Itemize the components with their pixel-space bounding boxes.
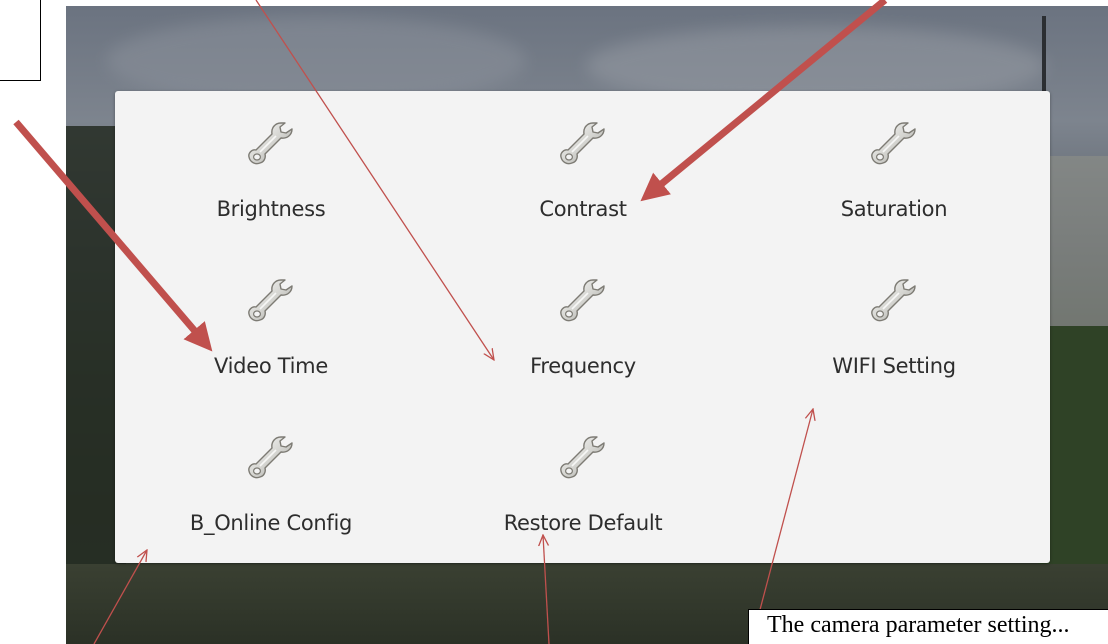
wrench-icon	[246, 276, 296, 326]
b-online-config-item[interactable]: B_Online Config	[115, 405, 427, 561]
video-time-label: Video Time	[214, 354, 328, 378]
brightness-item[interactable]: Brightness	[115, 91, 427, 247]
contrast-item[interactable]: Contrast	[427, 91, 739, 247]
wifi-setting-label: WIFI Setting	[832, 354, 956, 378]
annotation-callout: The camera parameter setting...	[748, 609, 1108, 644]
saturation-label: Saturation	[840, 197, 948, 221]
wrench-icon	[558, 276, 608, 326]
b-online-config-label: B_Online Config	[189, 511, 353, 535]
brightness-label: Brightness	[216, 197, 326, 221]
restore-default-item[interactable]: Restore Default	[427, 405, 739, 561]
restore-default-label: Restore Default	[503, 511, 663, 535]
wrench-icon	[558, 433, 608, 483]
settings-panel: Brightness Contrast Saturation Video Tim…	[115, 91, 1050, 563]
contrast-label: Contrast	[539, 197, 627, 221]
frequency-label: Frequency	[530, 354, 636, 378]
wrench-icon	[246, 433, 296, 483]
wrench-icon	[869, 119, 919, 169]
wrench-icon	[869, 276, 919, 326]
video-time-item[interactable]: Video Time	[115, 248, 427, 404]
wrench-icon	[558, 119, 608, 169]
frequency-item[interactable]: Frequency	[427, 248, 739, 404]
callout-text: The camera parameter setting...	[767, 612, 1070, 638]
saturation-item[interactable]: Saturation	[738, 91, 1050, 247]
wrench-icon	[246, 119, 296, 169]
annotation-box	[0, 0, 41, 81]
wifi-setting-item[interactable]: WIFI Setting	[738, 248, 1050, 404]
